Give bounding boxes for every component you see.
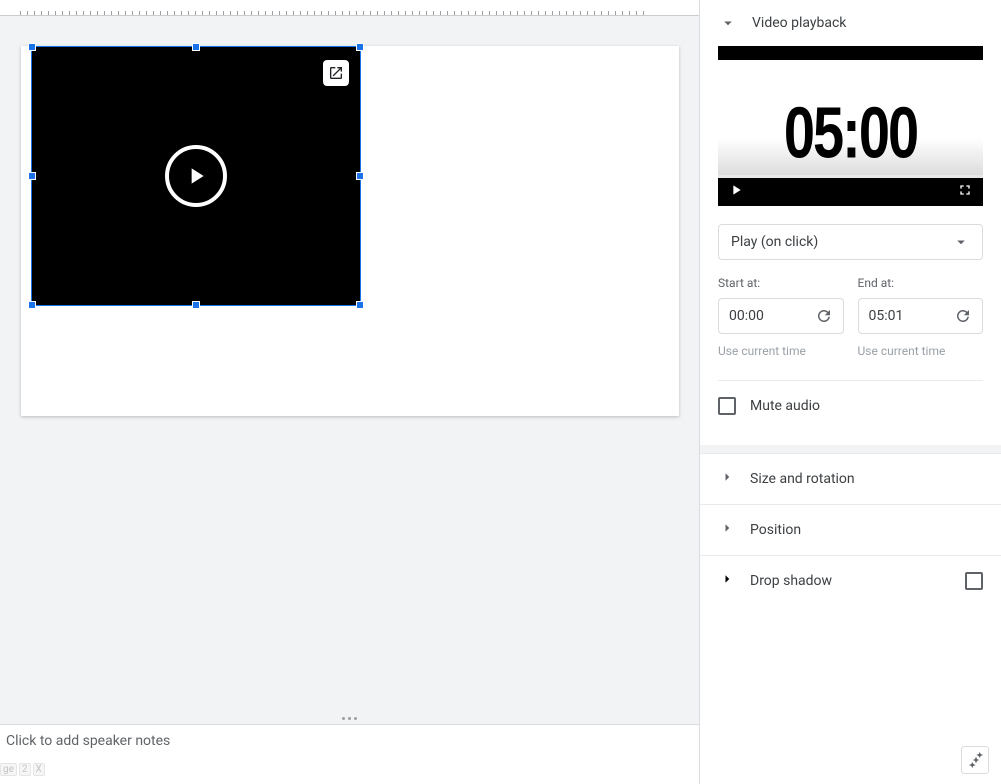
preview-progress[interactable] bbox=[718, 175, 983, 178]
start-at-value: 00:00 bbox=[729, 308, 764, 324]
slide[interactable] bbox=[21, 46, 679, 416]
mute-audio-checkbox[interactable] bbox=[718, 397, 736, 415]
video-object[interactable] bbox=[31, 46, 361, 306]
end-at-label: End at: bbox=[858, 276, 984, 290]
size-rotation-label: Size and rotation bbox=[750, 471, 855, 487]
chevron-down-icon bbox=[718, 14, 738, 32]
end-at-value: 05:01 bbox=[869, 308, 904, 324]
start-use-current[interactable]: Use current time bbox=[718, 344, 844, 358]
drop-shadow-checkbox[interactable] bbox=[965, 572, 983, 590]
preview-fullscreen-icon[interactable] bbox=[957, 182, 973, 202]
divider bbox=[718, 380, 983, 381]
position-header[interactable]: Position bbox=[700, 504, 1001, 555]
size-rotation-header[interactable]: Size and rotation bbox=[700, 453, 1001, 504]
format-options-panel: Video playback 05:00 Play (on click) bbox=[699, 0, 1001, 784]
drop-shadow-label: Drop shadow bbox=[750, 573, 832, 589]
video-playback-label: Video playback bbox=[752, 15, 846, 31]
refresh-icon[interactable] bbox=[954, 307, 972, 325]
video-playback-header[interactable]: Video playback bbox=[700, 0, 1001, 46]
explore-button[interactable] bbox=[961, 746, 989, 774]
position-label: Position bbox=[750, 522, 801, 538]
play-mode-select[interactable]: Play (on click) bbox=[718, 224, 983, 260]
footer-tabs: ge2X bbox=[0, 763, 45, 776]
open-in-new-icon[interactable] bbox=[323, 60, 349, 86]
start-at-label: Start at: bbox=[718, 276, 844, 290]
refresh-icon[interactable] bbox=[815, 307, 833, 325]
chevron-right-icon bbox=[718, 570, 736, 592]
end-at-input[interactable]: 05:01 bbox=[858, 298, 984, 334]
video-preview[interactable]: 05:00 bbox=[718, 46, 983, 206]
slide-canvas[interactable] bbox=[0, 16, 699, 712]
horizontal-ruler bbox=[0, 0, 699, 16]
drop-shadow-header[interactable]: Drop shadow bbox=[700, 555, 1001, 606]
chevron-right-icon bbox=[718, 519, 736, 541]
speaker-notes[interactable]: Click to add speaker notes bbox=[0, 724, 699, 784]
editor-pane: Click to add speaker notes ge2X bbox=[0, 0, 699, 784]
chevron-right-icon bbox=[718, 468, 736, 490]
start-at-input[interactable]: 00:00 bbox=[718, 298, 844, 334]
caret-down-icon bbox=[952, 233, 970, 251]
end-use-current[interactable]: Use current time bbox=[858, 344, 984, 358]
play-mode-value: Play (on click) bbox=[731, 234, 818, 250]
preview-play-icon[interactable] bbox=[728, 182, 744, 202]
notes-resize-handle[interactable] bbox=[0, 712, 699, 724]
play-icon[interactable] bbox=[165, 145, 227, 207]
preview-controls bbox=[718, 178, 983, 206]
mute-audio-label: Mute audio bbox=[750, 398, 820, 414]
